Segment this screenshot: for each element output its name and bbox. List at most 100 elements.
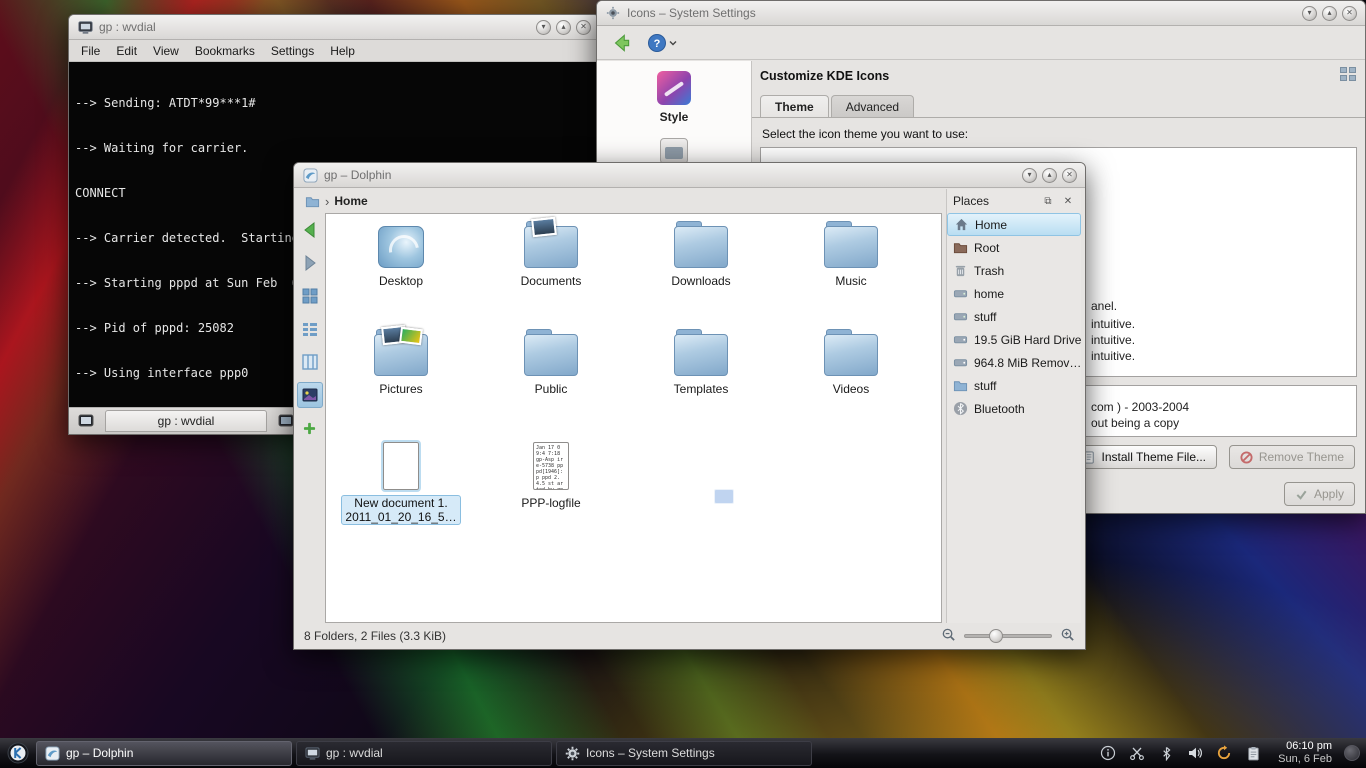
folder-item-desktop[interactable]: Desktop [326, 226, 476, 334]
refresh-icon[interactable] [1215, 744, 1233, 762]
scissors-icon[interactable] [1128, 744, 1146, 762]
volume-icon[interactable] [1186, 744, 1204, 762]
maximize-icon[interactable]: ▴ [1322, 6, 1337, 21]
terminal-line: --> Waiting for carrier. [75, 141, 593, 156]
zoom-slider[interactable] [964, 634, 1052, 638]
drag-ghost-icon [714, 489, 734, 504]
apply-button[interactable]: Apply [1284, 482, 1355, 506]
taskbar-task-system-settings[interactable]: Icons – System Settings [556, 741, 812, 766]
folder-item-pictures[interactable]: Pictures [326, 334, 476, 442]
drive-icon [952, 332, 968, 348]
kde-menu-icon[interactable] [4, 740, 32, 766]
place-root[interactable]: Root [947, 236, 1081, 259]
clipboard-icon[interactable] [1244, 744, 1262, 762]
close-icon[interactable]: ✕ [1342, 6, 1357, 21]
dolphin-titlebar[interactable]: gp – Dolphin ▾ ▴ ✕ [294, 163, 1085, 188]
taskbar-panel: gp – Dolphin gp : wvdial Icons – System … [0, 738, 1366, 768]
clock-time: 06:10 pm [1278, 740, 1332, 753]
folder-item-documents[interactable]: Documents [476, 226, 626, 334]
settings-heading: Customize KDE Icons [760, 69, 889, 83]
place-removable[interactable]: 964.8 MiB Remov… [947, 351, 1081, 374]
maximize-icon[interactable]: ▴ [556, 20, 571, 35]
help-icon[interactable]: ? [645, 31, 679, 55]
drive-icon [952, 309, 968, 325]
place-stuff-folder[interactable]: stuff [947, 374, 1081, 397]
breadcrumb-home[interactable]: Home [334, 194, 367, 208]
remove-theme-button[interactable]: Remove Theme [1229, 445, 1355, 469]
place-trash[interactable]: Trash [947, 259, 1081, 282]
info-icon[interactable] [1099, 744, 1117, 762]
close-icon[interactable]: ✕ [1062, 168, 1077, 183]
folder-item-downloads[interactable]: Downloads [626, 226, 776, 334]
overview-grid-icon[interactable] [1339, 65, 1357, 83]
taskbar-task-konsole[interactable]: gp : wvdial [296, 741, 552, 766]
tab-advanced[interactable]: Advanced [831, 95, 914, 117]
window-decorations-icon[interactable] [660, 138, 688, 164]
places-header[interactable]: Places ⧉ ✕ [947, 189, 1081, 213]
bluetooth-icon [952, 401, 968, 417]
float-panel-icon[interactable]: ⧉ [1041, 194, 1055, 208]
zoom-out-icon[interactable] [941, 627, 956, 645]
place-home[interactable]: Home [947, 213, 1081, 236]
status-text: 8 Folders, 2 Files (3.3 KiB) [304, 629, 446, 643]
close-panel-icon[interactable]: ✕ [1061, 194, 1075, 208]
install-theme-button[interactable]: Install Theme File... [1072, 445, 1217, 469]
panel-cashew-icon[interactable] [1344, 745, 1360, 761]
preview-toggle-icon[interactable] [297, 382, 323, 408]
add-icon[interactable] [297, 415, 323, 441]
dolphin-file-view[interactable]: Desktop Documents Downloads Music Pictur… [325, 213, 942, 623]
details-view-icon[interactable] [297, 349, 323, 375]
minimize-icon[interactable]: ▾ [1022, 168, 1037, 183]
breadcrumb[interactable]: › Home [294, 189, 946, 213]
selected-file-label: New document 1. 2011_01_20_16_5… [341, 495, 460, 525]
zoom-in-icon[interactable] [1060, 627, 1075, 645]
forward-icon[interactable] [297, 250, 323, 276]
minimize-icon[interactable]: ▾ [536, 20, 551, 35]
folder-dark-icon [952, 240, 968, 256]
window-dolphin: gp – Dolphin ▾ ▴ ✕ › Home [293, 162, 1086, 650]
icons-view-icon[interactable] [297, 283, 323, 309]
folder-item-music[interactable]: Music [776, 226, 926, 334]
dolphin-toolbar [294, 213, 325, 623]
menu-file[interactable]: File [81, 44, 100, 58]
konsole-titlebar[interactable]: gp : wvdial ▾ ▴ ✕ [69, 15, 599, 40]
breadcrumb-separator: › [325, 194, 329, 209]
minimize-icon[interactable]: ▾ [1302, 6, 1317, 21]
settings-titlebar[interactable]: Icons – System Settings ▾ ▴ ✕ [597, 1, 1365, 26]
file-item-ppp-logfile[interactable]: Jan 17 09:4 7:18 gp-Asp ire-5738 pp pd[1… [476, 442, 626, 550]
menu-settings[interactable]: Settings [271, 44, 314, 58]
maximize-icon[interactable]: ▴ [1042, 168, 1057, 183]
theme-list-item-fragment: intuitive. [1091, 317, 1135, 331]
menu-view[interactable]: View [153, 44, 179, 58]
documents-folder-icon [524, 226, 578, 268]
tab-theme[interactable]: Theme [760, 95, 829, 117]
place-bluetooth[interactable]: Bluetooth [947, 397, 1081, 420]
category-style[interactable]: Style [597, 71, 751, 164]
zoom-control [941, 627, 1075, 645]
folder-icon [952, 378, 968, 394]
close-icon[interactable]: ✕ [576, 20, 591, 35]
panel-clock[interactable]: 06:10 pm Sun, 6 Feb [1274, 740, 1336, 766]
file-item-new-document[interactable]: New document 1. 2011_01_20_16_5… [326, 442, 476, 550]
folder-item-templates[interactable]: Templates [626, 334, 776, 442]
compact-view-icon[interactable] [297, 316, 323, 342]
menu-bookmarks[interactable]: Bookmarks [195, 44, 255, 58]
settings-app-icon [605, 5, 621, 21]
terminal-tab[interactable]: gp : wvdial [105, 410, 267, 432]
places-folder-icon [304, 193, 320, 209]
back-icon[interactable] [607, 29, 635, 57]
taskbar-task-dolphin[interactable]: gp – Dolphin [36, 741, 292, 766]
new-tab-icon[interactable] [75, 411, 97, 432]
theme-description-fragment: com ) - 2003-2004 [1091, 400, 1189, 414]
menu-help[interactable]: Help [330, 44, 355, 58]
place-stuff-partition[interactable]: stuff [947, 305, 1081, 328]
bluetooth-icon[interactable] [1157, 744, 1175, 762]
folder-item-videos[interactable]: Videos [776, 334, 926, 442]
back-icon[interactable] [297, 217, 323, 243]
theme-list-item-fragment: intuitive. [1091, 349, 1135, 363]
place-home-partition[interactable]: home [947, 282, 1081, 305]
place-hard-drive[interactable]: 19.5 GiB Hard Drive [947, 328, 1081, 351]
zoom-slider-handle[interactable] [989, 629, 1003, 643]
menu-edit[interactable]: Edit [116, 44, 137, 58]
folder-item-public[interactable]: Public [476, 334, 626, 442]
